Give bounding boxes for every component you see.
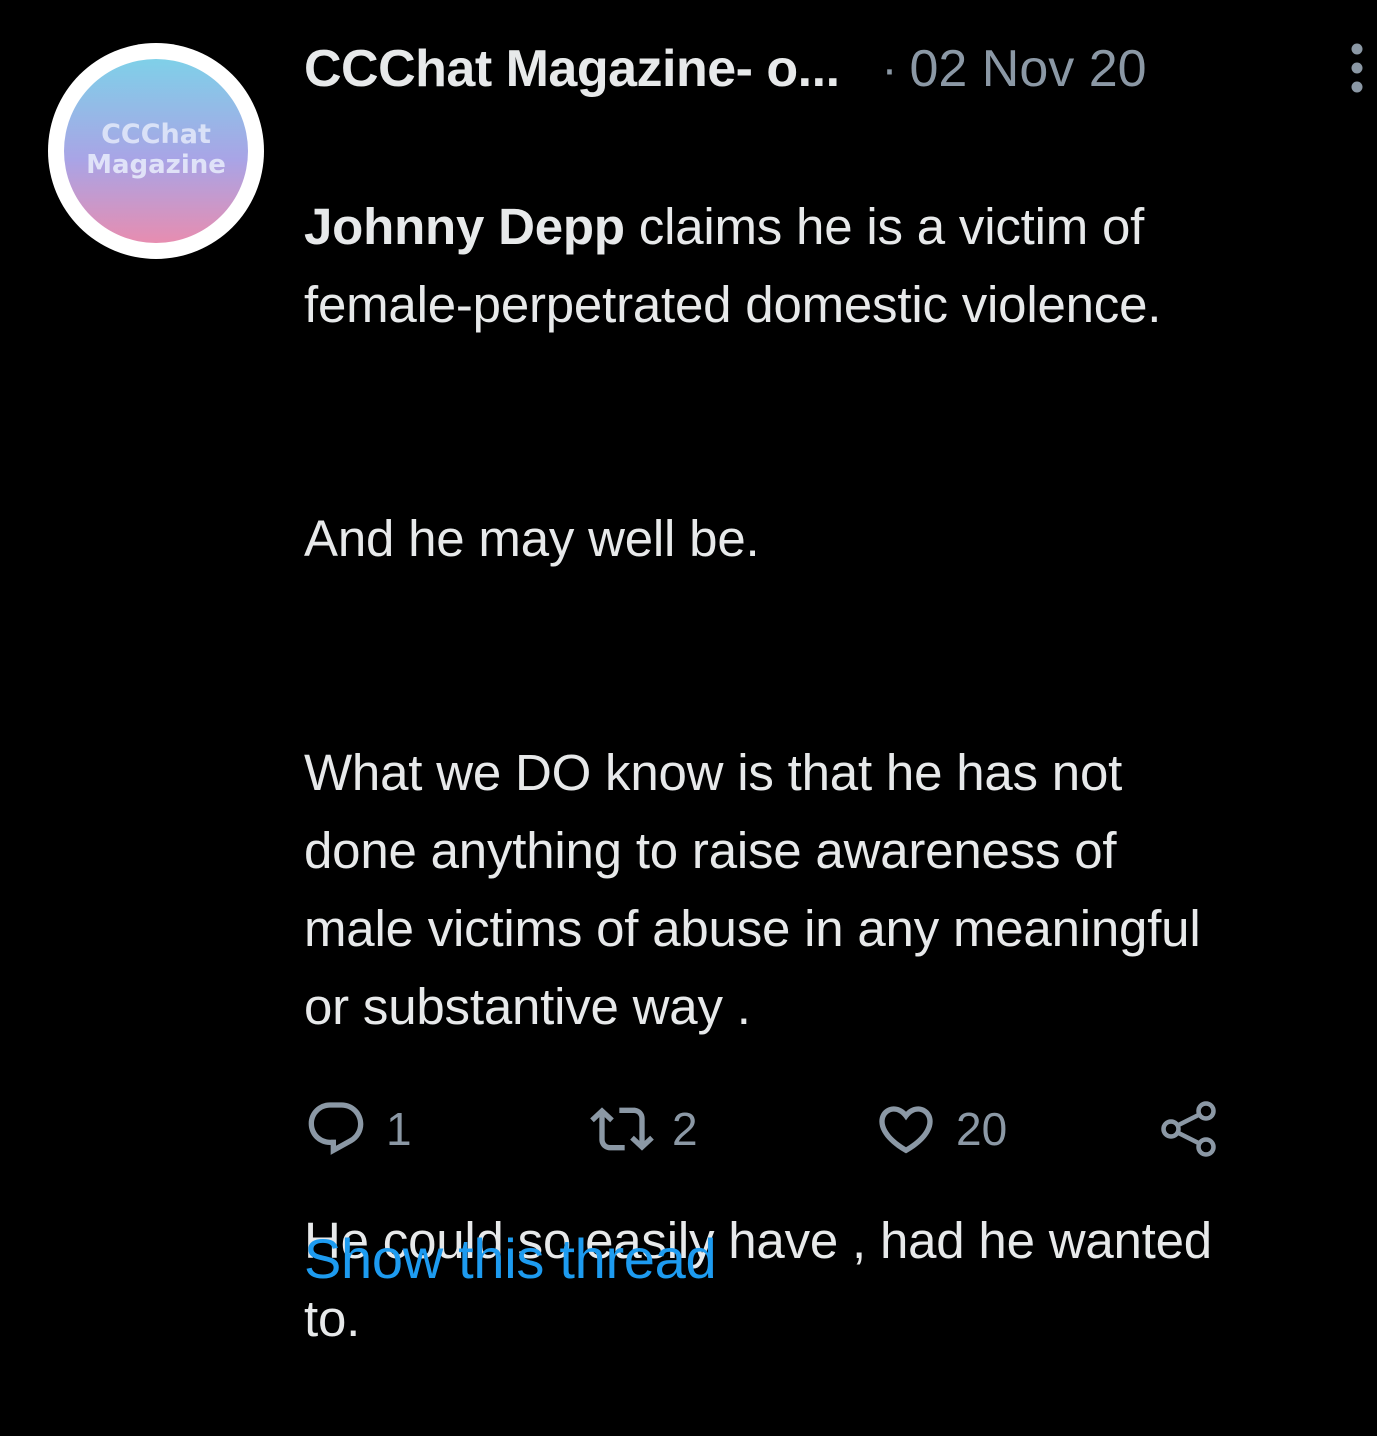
more-vertical-icon[interactable] (1342, 40, 1372, 96)
show-thread-link[interactable]: Show this thread (304, 1226, 717, 1291)
tweet-paragraph-2: And he may well be. (304, 510, 760, 567)
like-button[interactable]: 20 (874, 1094, 1007, 1164)
retweet-button[interactable]: 2 (590, 1094, 698, 1164)
share-button[interactable] (1156, 1094, 1222, 1164)
tweet-actions: 1 2 20 (304, 1094, 1264, 1164)
mentioned-name: Johnny Depp (304, 198, 625, 255)
avatar[interactable]: CCChat Magazine (48, 43, 264, 259)
tweet-paragraph-3: What we DO know is that he has not done … (304, 744, 1201, 1035)
author-name[interactable]: CCChat Magazine- o... (304, 39, 840, 99)
tweet-paragraph-1: Johnny Depp claims he is a victim of fem… (304, 188, 1372, 344)
avatar-text-line1: CCChat (101, 119, 211, 150)
retweet-count: 2 (672, 1103, 698, 1155)
share-icon (1161, 1101, 1216, 1157)
header-separator: · (881, 42, 898, 96)
tweet-header: CCChat Magazine- o... · 02 Nov 20 (304, 36, 1364, 102)
avatar-text-line2: Magazine (86, 150, 226, 180)
tweet-date[interactable]: 02 Nov 20 (910, 39, 1147, 99)
reply-button[interactable]: 1 (304, 1094, 412, 1164)
like-count: 20 (956, 1103, 1008, 1155)
retweet-icon (590, 1107, 654, 1151)
reply-count: 1 (386, 1103, 412, 1155)
avatar-logo: CCChat Magazine (64, 59, 248, 243)
reply-icon (308, 1102, 364, 1155)
like-icon (879, 1106, 933, 1154)
